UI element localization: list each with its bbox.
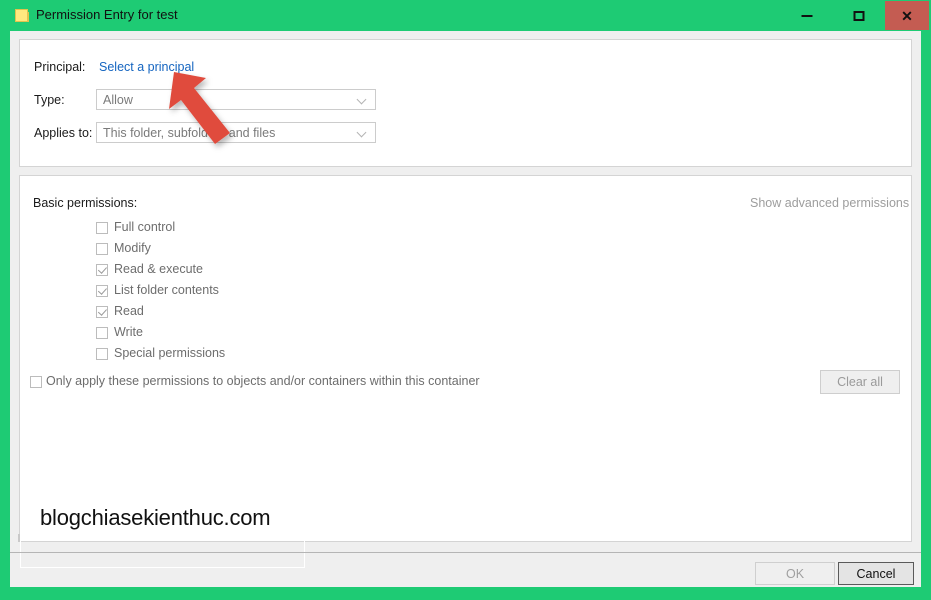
chevron-down-icon — [358, 96, 366, 101]
permission-entry-window: Permission Entry for test ✕ Principal: S… — [0, 0, 931, 600]
dialog-client-area — [10, 31, 921, 587]
permission-checkbox[interactable] — [96, 327, 108, 339]
principal-label: Principal: — [34, 60, 86, 74]
chevron-down-icon — [358, 129, 366, 134]
cancel-button[interactable]: Cancel — [838, 562, 914, 585]
show-advanced-permissions-link[interactable]: Show advanced permissions — [750, 196, 909, 210]
permission-label: Write — [114, 325, 143, 339]
select-a-principal-link[interactable]: Select a principal — [99, 60, 194, 74]
permission-label: Full control — [114, 220, 176, 234]
permission-checkbox[interactable] — [96, 285, 108, 297]
footer-divider — [10, 552, 921, 553]
only-apply-checkbox[interactable] — [30, 376, 42, 388]
type-combobox-value: Allow — [103, 93, 133, 107]
titlebar: Permission Entry for test ✕ — [0, 0, 931, 31]
maximize-icon — [853, 10, 865, 21]
type-label: Type: — [34, 93, 65, 107]
window-title: Permission Entry for test — [36, 7, 178, 22]
maximize-button[interactable] — [833, 1, 885, 30]
permission-checkbox[interactable] — [96, 264, 108, 276]
folder-icon — [15, 8, 30, 23]
applies-to-label: Applies to: — [34, 126, 93, 140]
artifact-outline-box — [20, 538, 305, 568]
permission-label: List folder contents — [114, 283, 219, 297]
applies-to-combobox-value: This folder, subfolders and files — [103, 126, 276, 140]
ok-button[interactable]: OK — [755, 562, 835, 585]
type-combobox[interactable]: Allow — [96, 89, 376, 110]
permission-label: Modify — [114, 241, 151, 255]
close-icon: ✕ — [901, 7, 913, 24]
permission-checkbox[interactable] — [96, 348, 108, 360]
permission-label: Special permissions — [114, 346, 226, 360]
minimize-button[interactable] — [781, 1, 833, 30]
watermark-text: blogchiasekienthuc.com — [40, 505, 271, 530]
permission-checkbox[interactable] — [96, 306, 108, 318]
only-apply-label: Only apply these permissions to objects … — [46, 374, 480, 388]
minimize-icon — [801, 14, 813, 17]
permission-label: Read — [114, 304, 144, 318]
applies-to-combobox[interactable]: This folder, subfolders and files — [96, 122, 376, 143]
close-button[interactable]: ✕ — [885, 1, 929, 30]
basic-permissions-label: Basic permissions: — [33, 196, 138, 210]
permission-checkbox[interactable] — [96, 222, 108, 234]
clear-all-button[interactable]: Clear all — [820, 370, 900, 394]
permission-checkbox[interactable] — [96, 243, 108, 255]
permission-label: Read & execute — [114, 262, 203, 276]
